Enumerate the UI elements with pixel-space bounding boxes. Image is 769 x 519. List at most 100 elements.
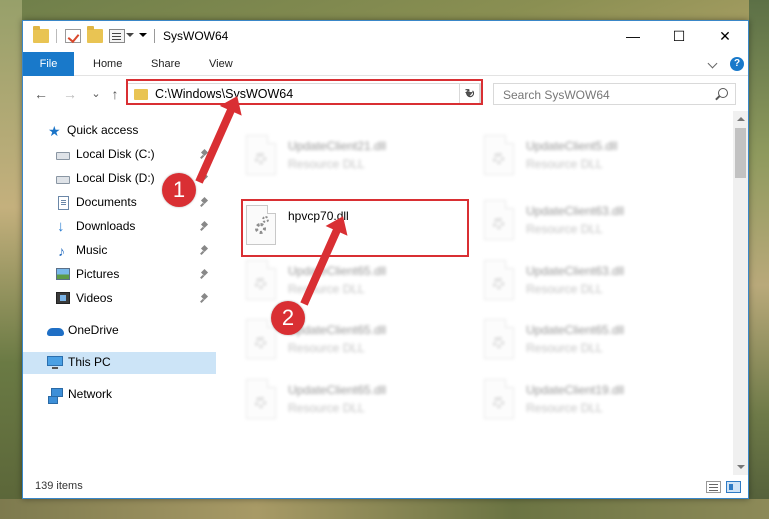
minimize-button[interactable]: — — [610, 21, 656, 52]
navigation-bar: ← → ⌄ ↑ C:\Windows\SysWOW64 ↻ Search Sys… — [23, 77, 748, 111]
gear-icon — [493, 218, 504, 229]
music-icon: ♪ — [58, 243, 65, 259]
customize-toolbar-icon[interactable] — [139, 33, 147, 37]
gear-icon — [493, 153, 504, 164]
details-view-icon[interactable] — [706, 481, 721, 493]
file-item[interactable]: UpdateClient63.dll Resource DLL — [456, 256, 686, 306]
file-type: Resource DLL — [526, 282, 603, 296]
pin-icon — [201, 198, 209, 206]
window-title: SysWOW64 — [163, 29, 229, 43]
new-folder-icon[interactable] — [87, 26, 103, 43]
sidebar-item-quick-access[interactable]: ★ Quick access — [23, 120, 216, 142]
gear-icon — [255, 153, 266, 164]
sidebar-item-videos[interactable]: Videos — [23, 288, 216, 310]
maximize-button[interactable]: ☐ — [656, 21, 702, 52]
sidebar-item-label: Local Disk (D:) — [76, 171, 155, 185]
tab-share[interactable]: Share — [151, 52, 180, 76]
file-item[interactable]: UpdateClient19.dll Resource DLL — [456, 375, 686, 425]
recent-locations-button[interactable]: ⌄ — [87, 85, 105, 103]
file-item[interactable]: UpdateClient63.dll Resource DLL — [456, 196, 686, 246]
computer-icon — [47, 356, 63, 369]
status-bar: 139 items — [23, 475, 748, 498]
close-button[interactable]: ✕ — [702, 21, 748, 52]
title-bar: SysWOW64 — ☐ ✕ — [23, 21, 748, 52]
drive-icon — [56, 176, 70, 184]
properties-check-icon[interactable] — [65, 29, 81, 43]
sidebar-item-this-pc[interactable]: This PC — [23, 352, 216, 374]
file-item[interactable]: UpdateClient65.dll Resource DLL — [218, 315, 448, 365]
sidebar-item-local-disk-c[interactable]: Local Disk (C:) — [23, 144, 216, 166]
pin-icon — [201, 270, 209, 278]
vertical-scrollbar[interactable] — [733, 111, 748, 475]
file-item[interactable]: UpdateClient5.dll Resource DLL — [456, 131, 686, 181]
tab-view[interactable]: View — [209, 52, 233, 76]
callout-number-1: 1 — [162, 173, 196, 207]
desktop-background-left — [0, 0, 22, 519]
tiles-view-icon[interactable] — [726, 481, 741, 493]
sidebar-item-downloads[interactable]: ↓ Downloads — [23, 216, 216, 238]
desktop-background-right — [749, 0, 769, 519]
sidebar-item-music[interactable]: ♪ Music — [23, 240, 216, 262]
tab-home[interactable]: Home — [93, 52, 122, 76]
gear-icon — [493, 278, 504, 289]
properties-icon[interactable] — [109, 29, 125, 43]
dll-file-icon — [246, 379, 276, 419]
scroll-up-icon[interactable] — [737, 117, 745, 121]
forward-button[interactable]: → — [61, 85, 79, 103]
gear-icon — [255, 397, 266, 408]
scroll-down-icon[interactable] — [737, 465, 745, 469]
scroll-thumb[interactable] — [735, 128, 746, 178]
expand-ribbon-icon[interactable] — [707, 58, 718, 69]
sidebar-item-label: Network — [68, 387, 113, 401]
folder-icon[interactable] — [33, 26, 49, 43]
sidebar-item-label: Documents — [76, 195, 137, 209]
file-type: Resource DLL — [526, 341, 603, 355]
dll-file-icon — [484, 200, 514, 240]
gear-icon — [255, 278, 266, 289]
sidebar-item-label: Downloads — [76, 219, 136, 233]
gear-icon — [493, 397, 504, 408]
file-name: UpdateClient65.dll — [288, 264, 387, 278]
tab-file[interactable]: File — [23, 52, 74, 76]
sidebar-item-label: This PC — [68, 355, 111, 369]
dll-file-icon — [246, 135, 276, 175]
help-icon[interactable]: ? — [730, 57, 744, 71]
back-button[interactable]: ← — [32, 85, 50, 103]
cloud-icon — [47, 328, 64, 336]
pin-icon — [201, 246, 209, 254]
videos-icon — [56, 292, 70, 304]
pin-icon — [201, 294, 209, 302]
file-name: UpdateClient5.dll — [526, 139, 618, 153]
pictures-icon — [56, 268, 70, 280]
file-item[interactable]: UpdateClient65.dll Resource DLL — [218, 256, 448, 306]
file-item[interactable]: UpdateClient65.dll Resource DLL — [456, 315, 686, 365]
desktop-background-bottom — [0, 499, 769, 519]
file-name: UpdateClient63.dll — [526, 204, 625, 218]
sidebar-item-network[interactable]: Network — [23, 384, 216, 406]
drive-icon — [56, 152, 70, 160]
item-count: 139 items — [35, 480, 83, 492]
sidebar-item-pictures[interactable]: Pictures — [23, 264, 216, 286]
sidebar-item-label: Local Disk (C:) — [76, 147, 155, 161]
file-type: Resource DLL — [288, 341, 365, 355]
file-list: UpdateClient21.dll Resource DLL hpvcp70.… — [218, 111, 733, 475]
file-type: Resource DLL — [288, 282, 365, 296]
file-name: UpdateClient21.dll — [288, 139, 387, 153]
dll-file-icon — [484, 135, 514, 175]
file-type: Resource DLL — [526, 222, 603, 236]
sidebar-item-onedrive[interactable]: OneDrive — [23, 320, 216, 342]
download-icon: ↓ — [57, 218, 65, 235]
sidebar-item-label: OneDrive — [68, 323, 119, 337]
callout-number-2: 2 — [271, 301, 305, 335]
sidebar-item-label: Quick access — [67, 123, 139, 137]
sidebar-item-label: Music — [76, 243, 108, 257]
address-highlight-box — [126, 79, 483, 105]
file-type: Resource DLL — [288, 157, 365, 171]
search-icon[interactable] — [718, 88, 728, 98]
file-item[interactable]: UpdateClient65.dll Resource DLL — [218, 375, 448, 425]
file-item[interactable]: UpdateClient21.dll Resource DLL — [218, 131, 448, 181]
chevron-down-icon[interactable] — [126, 33, 134, 37]
search-input[interactable]: Search SysWOW64 — [493, 83, 736, 105]
up-button[interactable]: ↑ — [106, 85, 124, 103]
documents-icon — [58, 196, 69, 210]
